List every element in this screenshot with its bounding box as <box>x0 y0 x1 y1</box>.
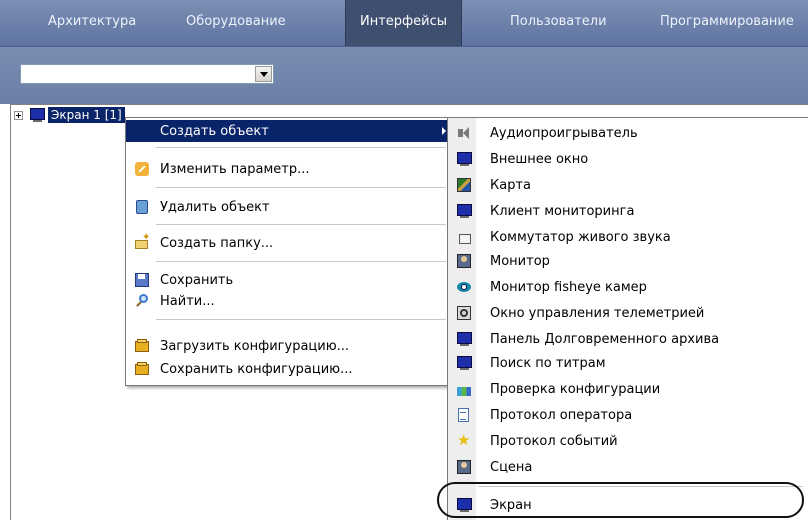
chevron-right-icon <box>442 127 446 135</box>
menu-item-save-config[interactable]: Сохранить конфигурацию... <box>126 358 452 380</box>
menu-separator <box>156 187 446 188</box>
menu-item-label: Создать объект <box>160 123 269 139</box>
menu-item-label: Найти... <box>160 293 215 309</box>
star-icon <box>456 431 472 449</box>
save-icon <box>134 272 150 288</box>
tree-node-screen[interactable]: Экран 1 [1] <box>14 106 125 124</box>
new-folder-icon <box>134 232 150 251</box>
ptz-icon <box>456 305 472 321</box>
chevron-down-icon[interactable] <box>255 66 272 82</box>
tab-equipment[interactable]: Оборудование <box>186 0 286 46</box>
document-icon <box>456 407 472 423</box>
toolbar <box>0 47 808 104</box>
menu-item-label: Сохранить конфигурацию... <box>160 361 353 377</box>
eye-icon <box>456 279 472 295</box>
submenu-item-label: Монитор <box>490 253 550 269</box>
expand-icon[interactable] <box>14 110 23 120</box>
menu-separator <box>156 319 446 320</box>
submenu-item-monitor[interactable]: Монитор <box>448 248 808 274</box>
submenu-item-label: Поиск по титрам <box>490 355 606 371</box>
menu-item-save[interactable]: Сохранить <box>126 269 452 291</box>
submenu-item-fisheye-monitor[interactable]: Монитор fisheye камер <box>448 274 808 300</box>
submenu-item-operator-log[interactable]: Протокол оператора <box>448 402 808 428</box>
save-config-icon <box>134 361 150 377</box>
pencil-icon <box>134 161 150 177</box>
box-icon <box>456 229 472 245</box>
submenu-item-label: Сцена <box>490 459 533 475</box>
submenu-item-audio-player[interactable]: Аудиопроигрыватель <box>448 120 808 146</box>
menu-item-label: Сохранить <box>160 272 234 288</box>
monitor-icon <box>29 107 45 123</box>
submenu-item-external-window[interactable]: Внешнее окно <box>448 146 808 172</box>
submenu-item-label: Окно управления телеметрией <box>490 305 705 321</box>
submenu-item-telemetry-window[interactable]: Окно управления телеметрией <box>448 300 808 326</box>
submenu-item-monitoring-client[interactable]: Клиент мониторинга <box>448 198 808 224</box>
menu-item-create-object[interactable]: Создать объект <box>126 120 452 142</box>
submenu-item-label: Протокол событий <box>490 433 618 449</box>
tree-node-label: Экран 1 [1] <box>48 107 125 123</box>
submenu-item-label: Протокол оператора <box>490 407 633 423</box>
person-icon <box>456 459 472 475</box>
menu-separator <box>156 147 446 148</box>
map-icon <box>456 177 472 193</box>
menu-item-label: Изменить параметр... <box>160 161 310 177</box>
find-icon <box>134 293 150 309</box>
submenu-item-label: Панель Долговременного архива <box>490 331 720 347</box>
tab-programming[interactable]: Программирование <box>660 0 794 46</box>
load-config-icon <box>134 338 150 354</box>
menu-item-label: Загрузить конфигурацию... <box>160 338 350 354</box>
submenu-item-config-check[interactable]: Проверка конфигурации <box>448 376 808 402</box>
tab-users[interactable]: Пользователи <box>510 0 607 46</box>
submenu-item-live-sound-switch[interactable]: Коммутатор живого звука <box>448 224 808 250</box>
menu-item-edit-parameter[interactable]: Изменить параметр... <box>126 158 452 180</box>
person-icon <box>456 253 472 269</box>
submenu-item-map[interactable]: Карта <box>448 172 808 198</box>
tab-interfaces[interactable]: Интерфейсы <box>345 0 463 46</box>
tab-bar: Архитектура Оборудование Интерфейсы Поль… <box>0 0 808 47</box>
tab-architecture[interactable]: Архитектура <box>48 0 136 46</box>
submenu-item-label: Коммутатор живого звука <box>490 229 671 245</box>
monitor-icon <box>456 331 472 347</box>
menu-item-create-folder[interactable]: Создать папку... <box>126 232 452 254</box>
create-object-submenu: Аудиопроигрыватель Внешнее окно Карта Кл… <box>447 117 808 520</box>
delete-icon <box>134 199 150 215</box>
submenu-item-label: Карта <box>490 177 531 193</box>
menu-item-label: Создать папку... <box>160 235 274 251</box>
submenu-item-label: Проверка конфигурации <box>490 381 661 397</box>
submenu-item-label: Монитор fisheye камер <box>490 279 647 295</box>
menu-item-load-config[interactable]: Загрузить конфигурацию... <box>126 335 452 357</box>
submenu-item-scene[interactable]: Сцена <box>448 454 808 480</box>
submenu-item-label: Внешнее окно <box>490 151 589 167</box>
submenu-item-label: Аудиопроигрыватель <box>490 125 638 141</box>
speaker-icon <box>456 125 472 141</box>
submenu-item-title-search[interactable]: Поиск по титрам <box>448 350 808 376</box>
monitor-icon <box>456 203 472 219</box>
monitor-icon <box>456 355 472 371</box>
menu-item-delete-object[interactable]: Удалить объект <box>126 196 452 218</box>
context-menu: Создать объект Изменить параметр... Удал… <box>125 117 453 386</box>
menu-item-label: Удалить объект <box>160 199 270 215</box>
menu-separator <box>156 261 446 262</box>
check-config-icon <box>456 381 472 397</box>
monitor-icon <box>456 151 472 167</box>
menu-item-find[interactable]: Найти... <box>126 290 452 312</box>
object-type-combo[interactable] <box>20 64 274 84</box>
submenu-item-archive-panel[interactable]: Панель Долговременного архива <box>448 326 808 352</box>
submenu-item-label: Клиент мониторинга <box>490 203 635 219</box>
highlight-oval <box>437 482 804 518</box>
menu-separator <box>156 224 446 225</box>
submenu-item-event-log[interactable]: Протокол событий <box>448 428 808 454</box>
